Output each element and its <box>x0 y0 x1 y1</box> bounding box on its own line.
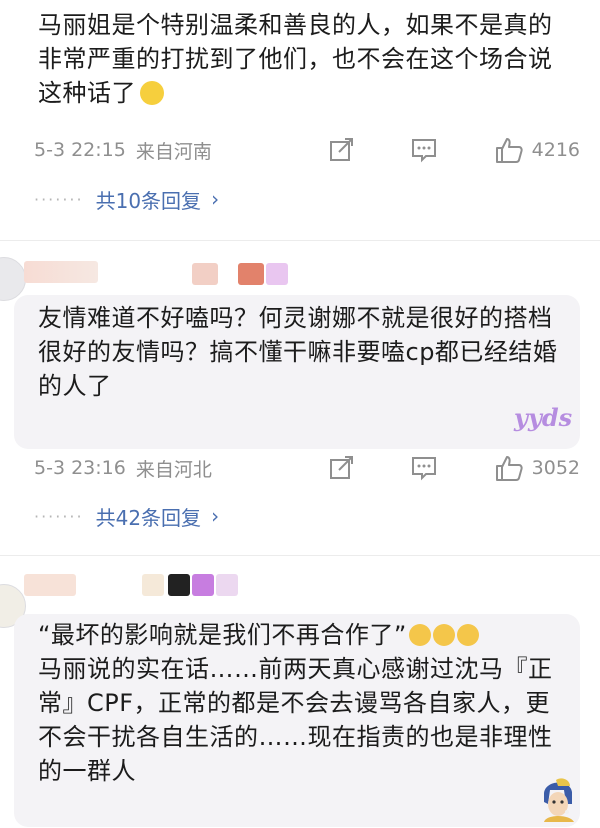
thumbs-up-icon <box>495 138 523 163</box>
facepalm-emoji <box>432 624 455 646</box>
badge-redacted <box>266 263 288 285</box>
badge-redacted <box>192 263 218 285</box>
pleading-face-emoji <box>140 81 164 105</box>
comment-3-body: 马丽说的实在话……前两天真心感谢过沈马『正常』CPF，正常的都是不会去谩骂各自家… <box>38 655 553 785</box>
username-redacted <box>24 574 76 596</box>
comment-3-text: “最坏的影响就是我们不再合作了” 马丽说的实在话……前两天真心感谢过沈马『正常』… <box>38 618 568 788</box>
badge-redacted <box>238 263 264 285</box>
comment-1-replies-link[interactable]: ······· 共10条回复 › <box>34 182 219 216</box>
replies-label: 共10条回复 <box>95 188 202 213</box>
share-button[interactable] <box>328 455 354 481</box>
facepalm-emoji <box>408 624 431 646</box>
comment-2: 友情难道不好嗑吗？何灵谢娜不就是很好的搭档很好的友情吗？搞不懂干嘛非要嗑cp都已… <box>0 241 600 551</box>
facepalm-emoji <box>456 624 479 646</box>
dots-divider: ······· <box>34 189 84 209</box>
comment-icon <box>412 457 436 481</box>
comment-2-location: 来自河北 <box>135 458 212 481</box>
like-count: 4216 <box>531 139 580 161</box>
share-icon <box>330 138 353 161</box>
like-count: 3052 <box>531 457 580 479</box>
comment-2-time: 5-3 23:16 <box>34 457 126 479</box>
share-button[interactable] <box>328 137 354 163</box>
badge-redacted <box>168 574 190 596</box>
comment-1-time: 5-3 22:15 <box>34 139 126 161</box>
chevron-right-icon: › <box>211 504 220 528</box>
dots-divider: ······· <box>34 506 84 526</box>
share-icon <box>330 456 353 479</box>
comment-button[interactable] <box>410 137 438 163</box>
chevron-right-icon: › <box>211 187 220 211</box>
comment-1-meta: 5-3 22:15 来自河南 4216 <box>34 133 580 167</box>
yyds-sticker: yyds <box>514 403 573 432</box>
comment-2-meta: 5-3 23:16 来自河北 3052 <box>34 451 580 485</box>
comment-button[interactable] <box>410 455 438 481</box>
comment-icon <box>412 139 436 163</box>
girl-with-pearl-earring-avatar <box>536 774 582 824</box>
badge-redacted <box>142 574 164 596</box>
badge-redacted <box>192 574 214 596</box>
comment-2-text: 友情难道不好嗑吗？何灵谢娜不就是很好的搭档很好的友情吗？搞不懂干嘛非要嗑cp都已… <box>38 304 558 400</box>
comment-2-replies-link[interactable]: ······· 共42条回复 › <box>34 499 219 533</box>
comment-3: “最坏的影响就是我们不再合作了” 马丽说的实在话……前两天真心感谢过沈马『正常』… <box>0 556 600 827</box>
like-button[interactable]: 4216 <box>494 136 580 164</box>
comment-1: 马丽姐是个特别温柔和善良的人，如果不是真的非常严重的打扰到了他们，也不会在这个场… <box>0 0 600 230</box>
username-redacted <box>24 261 98 283</box>
badge-redacted <box>216 574 238 596</box>
comment-1-location: 来自河南 <box>135 140 212 163</box>
comment-1-text: 马丽姐是个特别温柔和善良的人，如果不是真的非常严重的打扰到了他们，也不会在这个场… <box>38 11 553 107</box>
comment-3-quote: “最坏的影响就是我们不再合作了” <box>38 621 407 649</box>
like-button[interactable]: 3052 <box>494 454 580 482</box>
thumbs-up-icon <box>495 456 523 481</box>
replies-label: 共42条回复 <box>95 505 202 530</box>
avatar[interactable] <box>0 257 26 301</box>
